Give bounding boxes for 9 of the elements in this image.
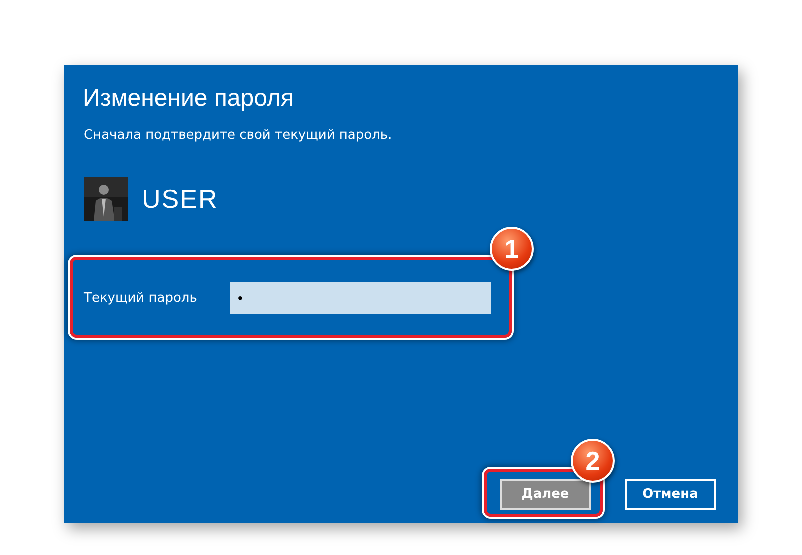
dialog-title: Изменение пароля [83,85,295,113]
user-name: USER [142,184,218,214]
dialog-button[interactable]: Отмена [625,479,716,510]
dialog-subtitle: Сначала подтвердите свой текущий пароль. [84,128,394,143]
field-label: Текущий пароль [84,290,198,306]
password-field[interactable]: • [230,282,491,314]
step-badge: 1 [490,227,534,271]
step-badge: 2 [571,439,615,483]
dialog-button[interactable]: Далее [500,479,591,510]
